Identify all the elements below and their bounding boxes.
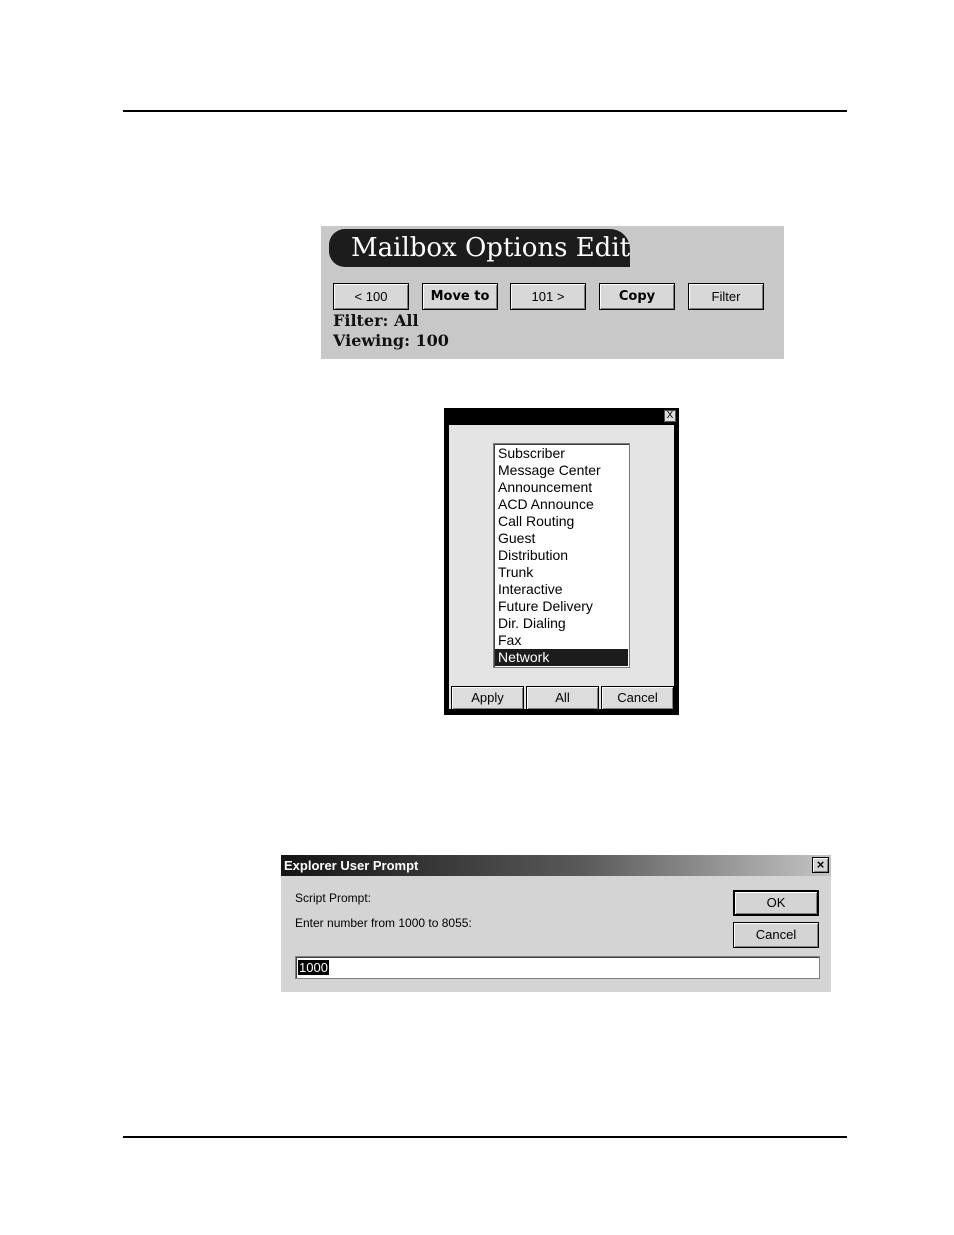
- apply-button[interactable]: Apply: [451, 686, 524, 710]
- filter-button[interactable]: Filter: [688, 283, 764, 310]
- list-item[interactable]: Future Delivery: [494, 598, 629, 615]
- explorer-user-prompt-dialog: Explorer User Prompt × Script Prompt: En…: [281, 855, 831, 992]
- top-rule: [123, 110, 847, 112]
- list-item[interactable]: Fax: [494, 632, 629, 649]
- mailbox-options-panel: Mailbox Options Edit < 100 Move to 101 >…: [321, 226, 784, 359]
- list-item[interactable]: Message Center: [494, 462, 629, 479]
- input-value: 1000: [298, 960, 329, 975]
- list-item[interactable]: Announcement: [494, 479, 629, 496]
- close-icon[interactable]: ×: [812, 857, 829, 873]
- filter-dialog: X Subscriber Message Center Announcement AC…: [444, 408, 679, 715]
- mailbox-type-list[interactable]: Subscriber Message Center Announcement ACD …: [493, 443, 630, 668]
- next-mailbox-button[interactable]: 101 >: [510, 283, 586, 310]
- number-input[interactable]: 1000: [295, 956, 820, 979]
- list-item[interactable]: ACD Announce: [494, 496, 629, 513]
- list-item[interactable]: Interactive: [494, 581, 629, 598]
- list-item[interactable]: Call Routing: [494, 513, 629, 530]
- prompt-message: Enter number from 1000 to 8055:: [295, 916, 472, 930]
- filter-dialog-body: Subscriber Message Center Announcement ACD …: [449, 425, 674, 710]
- move-to-button[interactable]: Move to: [422, 283, 498, 310]
- list-item[interactable]: Guest: [494, 530, 629, 547]
- bottom-rule: [123, 1136, 847, 1138]
- list-item[interactable]: Distribution: [494, 547, 629, 564]
- script-prompt-label: Script Prompt:: [295, 891, 372, 905]
- filter-status: Filter: All: [333, 311, 419, 330]
- list-item[interactable]: Trunk: [494, 564, 629, 581]
- list-item[interactable]: Dir. Dialing: [494, 615, 629, 632]
- list-item[interactable]: Subscriber: [494, 445, 629, 462]
- copy-button[interactable]: Copy: [599, 283, 675, 310]
- viewing-status: Viewing: 100: [333, 331, 449, 350]
- ok-button[interactable]: OK: [733, 890, 819, 916]
- all-button[interactable]: All: [526, 686, 599, 710]
- cancel-button[interactable]: Cancel: [733, 922, 819, 948]
- previous-mailbox-button[interactable]: < 100: [333, 283, 409, 310]
- list-item[interactable]: Network: [495, 649, 628, 666]
- dialog-title: Explorer User Prompt: [281, 855, 831, 876]
- page-title: Mailbox Options Edit: [329, 229, 630, 267]
- close-icon[interactable]: X: [664, 410, 676, 422]
- cancel-button[interactable]: Cancel: [601, 686, 674, 710]
